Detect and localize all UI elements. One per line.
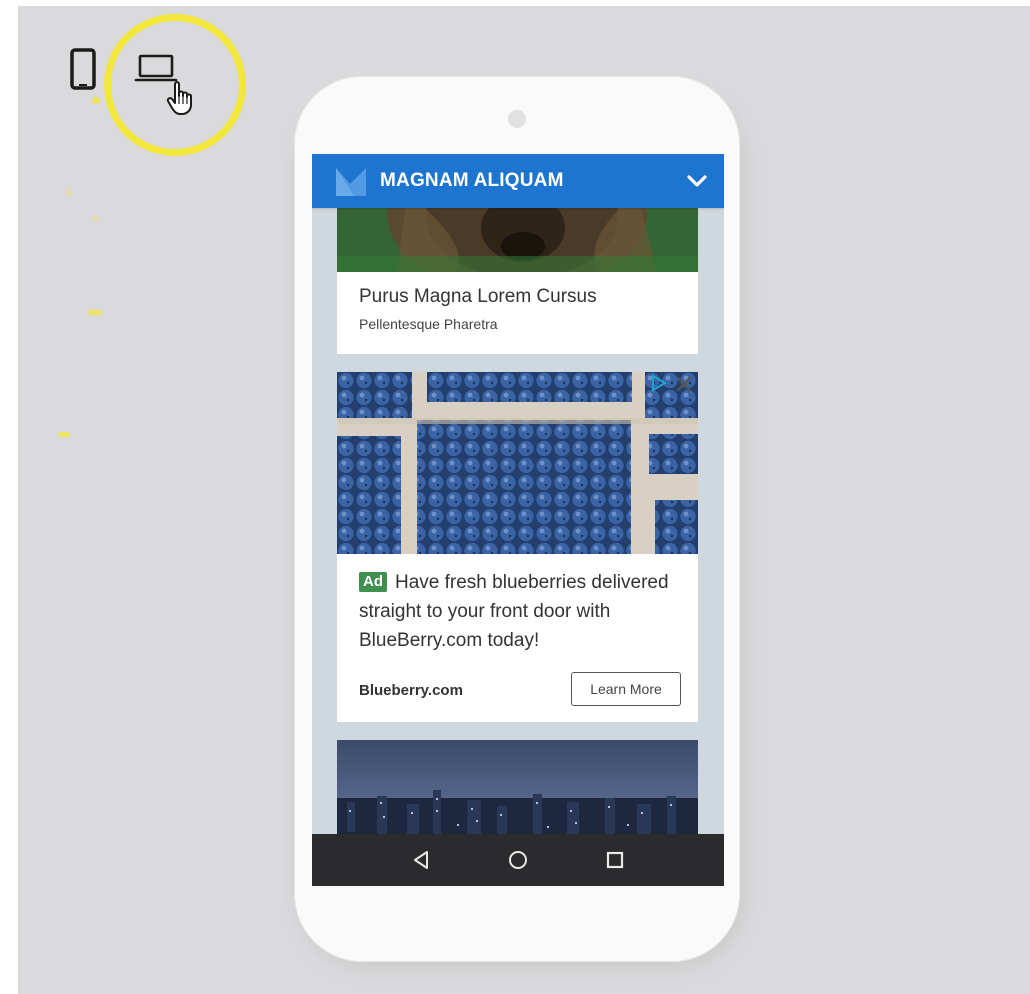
app-title: MAGNAM ALIQUAM — [380, 170, 564, 191]
hand-pointer-icon — [166, 81, 192, 115]
close-icon[interactable] — [676, 376, 692, 392]
app-logo-icon — [336, 168, 366, 196]
sparkle-mark — [92, 216, 99, 220]
ad-badge: Ad — [359, 572, 387, 592]
chevron-down-icon[interactable] — [686, 172, 708, 190]
article-subtitle: Pellentesque Pharetra — [359, 316, 498, 332]
blueberries-photo[interactable] — [337, 372, 698, 554]
sparkle-mark — [58, 432, 70, 437]
phone-screen: MAGNAM ALIQUAM Purus Magna Lorem Cursus … — [312, 154, 724, 886]
home-circle-icon[interactable] — [506, 848, 530, 872]
sparkle-mark — [88, 310, 102, 315]
smartphone-icon[interactable] — [70, 48, 96, 92]
sparkle-mark — [92, 97, 100, 104]
app-header: MAGNAM ALIQUAM — [312, 154, 724, 208]
article-card[interactable]: Purus Magna Lorem Cursus Pellentesque Ph… — [337, 184, 698, 354]
native-ad-card[interactable]: Ad Have fresh blueberries delivered strai… — [337, 372, 698, 722]
sparkle-mark — [66, 190, 72, 195]
ad-domain[interactable]: Blueberry.com — [359, 682, 463, 699]
android-nav-bar — [312, 834, 724, 886]
recents-square-icon[interactable] — [603, 848, 627, 872]
article-title[interactable]: Purus Magna Lorem Cursus — [359, 286, 597, 308]
adchoices-icon[interactable] — [650, 374, 668, 392]
learn-more-button[interactable]: Learn More — [571, 672, 681, 706]
ad-text[interactable]: Ad Have fresh blueberries delivered strai… — [359, 568, 679, 655]
phone-camera — [508, 110, 526, 128]
ad-headline: Have fresh blueberries delivered straigh… — [359, 572, 669, 651]
back-triangle-icon[interactable] — [409, 848, 433, 872]
